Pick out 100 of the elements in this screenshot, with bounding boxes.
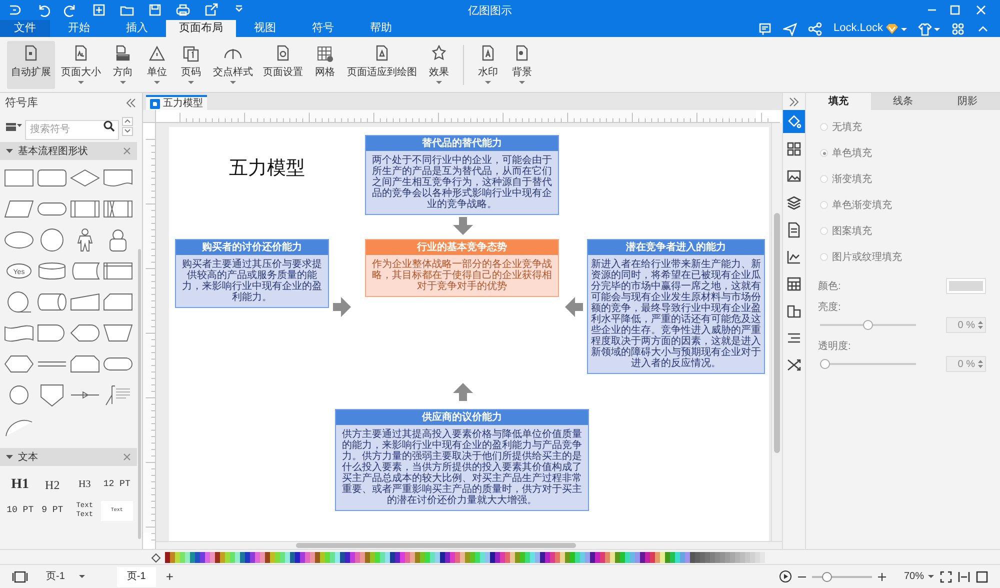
double-chevron-left-icon xyxy=(125,97,137,109)
ribbon-button[interactable]: 页面设置 xyxy=(259,40,307,88)
box-text: 购买者主要通过其压价与要求提供较高的产品或服务质量的能力，来影响行业中现有企业的盈利能力。 xyxy=(181,258,323,305)
text-style-item[interactable]: 12 PT xyxy=(100,478,133,492)
comment-button[interactable] xyxy=(758,22,772,36)
box-header: 行业的基本竞争态势 xyxy=(366,240,558,255)
side-tool-button[interactable] xyxy=(782,110,806,133)
radio-button[interactable] xyxy=(820,227,828,235)
scrollbar-thumb[interactable] xyxy=(774,213,780,453)
play-button[interactable] xyxy=(778,570,792,583)
menu-tab[interactable]: 开始 xyxy=(50,20,108,37)
close-button[interactable] xyxy=(974,3,988,17)
scroll-down-button[interactable] xyxy=(122,126,133,136)
new-file-button[interactable] xyxy=(92,3,106,17)
tray-icon xyxy=(5,120,17,132)
ribbon-button[interactable]: 页码 xyxy=(175,40,207,88)
send-button[interactable] xyxy=(783,22,798,36)
ribbon-button[interactable]: 水印 xyxy=(472,40,504,88)
account-name[interactable]: Lock.Lock xyxy=(833,20,883,37)
share-button[interactable] xyxy=(808,22,822,36)
scroll-up-button[interactable] xyxy=(122,116,133,126)
library-menu-button[interactable] xyxy=(5,120,22,132)
table-icon xyxy=(786,276,802,292)
box-header: 潜在竞争者进入的能力 xyxy=(588,240,764,255)
fit-width-button[interactable] xyxy=(958,570,970,582)
panel-tab[interactable]: 线条 xyxy=(870,93,936,110)
menu-tab[interactable]: 页面布局 xyxy=(166,20,236,37)
maximize-button[interactable] xyxy=(948,3,962,17)
ribbon-button[interactable]: 效果 xyxy=(423,40,455,88)
block-arrow xyxy=(453,217,473,237)
fit-page-button[interactable] xyxy=(940,570,952,582)
text-style-item[interactable]: H3 xyxy=(68,477,101,492)
radio-option[interactable]: 图案填充 xyxy=(820,224,1000,238)
section-header[interactable]: 基本流程图形状 xyxy=(0,142,137,160)
radio-option[interactable]: 单色渐变填充 xyxy=(820,198,1000,212)
zoom-dropdown[interactable]: 70% xyxy=(904,569,934,584)
print-button[interactable] xyxy=(176,3,190,17)
horizontal-scrollbar[interactable] xyxy=(156,541,782,549)
diamond-icon xyxy=(885,22,899,34)
page-tab[interactable]: 页-1 xyxy=(116,566,156,586)
menu-tab[interactable]: 视图 xyxy=(236,20,294,37)
menu-tab[interactable]: 符号 xyxy=(294,20,352,37)
paint-bucket-icon xyxy=(150,552,161,562)
ribbon-button[interactable]: 网格 xyxy=(309,40,341,88)
section-header[interactable]: 文本 xyxy=(0,448,137,466)
effects-icon xyxy=(430,44,448,62)
search-field[interactable]: 搜索符号 xyxy=(25,120,119,140)
new-file-icon xyxy=(92,3,106,17)
slider-thumb[interactable] xyxy=(822,572,832,582)
export-button[interactable] xyxy=(204,3,218,17)
text-style-item[interactable]: H2 xyxy=(36,476,68,494)
collapse-panel-button[interactable] xyxy=(125,97,137,109)
text-style-item[interactable]: 10 PT xyxy=(4,504,36,518)
ribbon-button[interactable]: 方向 xyxy=(107,40,139,88)
color-palette[interactable] xyxy=(165,552,765,562)
document-tab[interactable]: 五力模型 xyxy=(146,95,207,110)
vertical-scrollbar[interactable] xyxy=(771,123,782,541)
search-icon xyxy=(103,120,115,132)
ribbon-button[interactable]: 页面适应到绘图 xyxy=(343,40,421,88)
radio-button[interactable] xyxy=(820,149,828,157)
menu-tab[interactable]: 帮助 xyxy=(352,20,410,37)
full-screen-button[interactable] xyxy=(976,570,988,582)
radio-option[interactable]: 图片或纹理填充 xyxy=(820,250,1000,264)
apps-button[interactable] xyxy=(951,22,965,36)
panel-tab[interactable]: 阴影 xyxy=(935,93,1000,110)
radio-button[interactable] xyxy=(820,123,828,131)
theme-button[interactable] xyxy=(918,22,940,36)
ribbon-button[interactable]: 页面大小 xyxy=(57,40,105,88)
box-text: 两个处于不同行业中的企业，可能会由于所生产的产品是互为替代品，从而在它们之间产生相互竞争行为，这种源自于替代品的竞争会以各种形式影响行业中现有企业的竞争战略。 xyxy=(371,154,553,212)
menu-tab[interactable]: 插入 xyxy=(108,20,166,37)
page-view-button[interactable] xyxy=(12,570,28,582)
panel-title: 符号库 xyxy=(5,96,38,111)
radio-option[interactable]: 无填充 xyxy=(820,120,1000,134)
radio-button[interactable] xyxy=(820,201,828,209)
add-page-button[interactable]: + xyxy=(166,566,174,586)
text-style-item[interactable]: H1 xyxy=(4,474,36,495)
slider-thumb[interactable] xyxy=(863,320,873,330)
caret-icon xyxy=(17,124,22,128)
text-style-item[interactable]: 9 PT xyxy=(36,504,68,518)
ribbon-button[interactable]: 自动扩展 xyxy=(7,40,55,88)
grid-icon xyxy=(316,44,334,62)
color-picker[interactable] xyxy=(946,278,986,294)
ribbon-button[interactable]: 背景 xyxy=(506,40,538,88)
save-button[interactable] xyxy=(148,3,162,17)
block-arrow xyxy=(333,297,353,317)
scrollbar-thumb[interactable] xyxy=(296,543,576,548)
field-label: 透明度: xyxy=(817,340,852,354)
page-selector[interactable]: 页-1 xyxy=(46,569,85,584)
radio-option[interactable]: 单色填充 xyxy=(820,146,1000,160)
ribbon-button[interactable]: 单位 xyxy=(141,40,173,88)
scrollbar-thumb[interactable] xyxy=(138,249,141,539)
radio-button[interactable] xyxy=(820,253,828,261)
ribbon-button[interactable]: 交点样式 xyxy=(209,40,257,88)
radio-button[interactable] xyxy=(820,175,828,183)
zoom-in-button[interactable] xyxy=(878,572,886,580)
ellipse-shape[interactable] xyxy=(6,264,32,278)
radio-option[interactable]: 渐变填充 xyxy=(820,172,1000,186)
chart-icon xyxy=(786,248,802,264)
slider-thumb[interactable] xyxy=(820,359,830,369)
menu-tab[interactable]: 文件 xyxy=(0,20,50,37)
